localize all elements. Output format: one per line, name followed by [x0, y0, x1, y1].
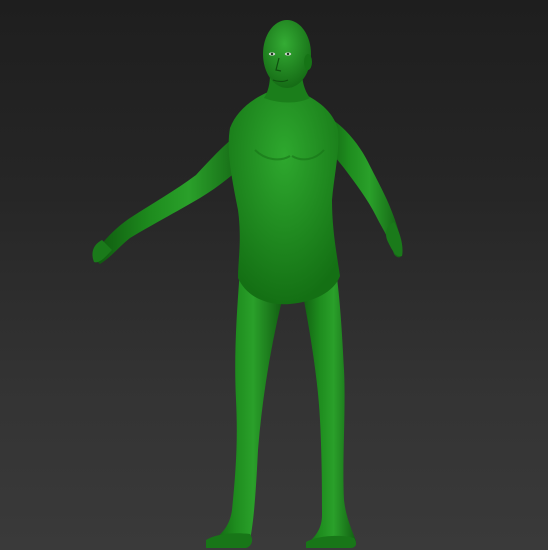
leg-right	[300, 270, 356, 546]
arm-left	[97, 128, 250, 264]
leg-left	[210, 270, 282, 545]
hand-right	[386, 222, 403, 257]
foot-left	[206, 533, 253, 548]
model-render[interactable]	[0, 0, 548, 550]
3d-viewport[interactable]	[0, 0, 548, 550]
torso	[228, 92, 340, 305]
ear	[304, 54, 312, 70]
human-figure[interactable]	[92, 20, 403, 548]
